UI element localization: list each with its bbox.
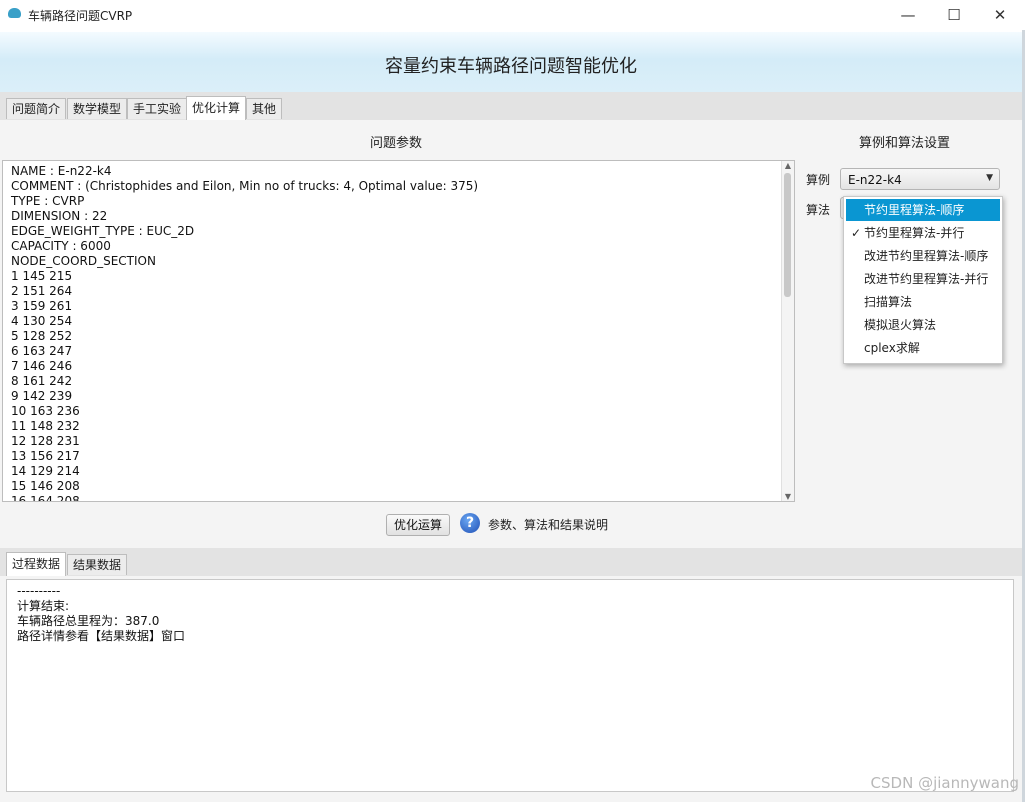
param-line: EDGE_WEIGHT_TYPE : EUC_2D — [11, 224, 195, 238]
param-line: CAPACITY : 6000 — [11, 239, 111, 253]
param-line: 3 159 261 — [11, 299, 73, 313]
settings-heading: 算例和算法设置 — [859, 136, 951, 151]
param-line: 11 148 232 — [11, 419, 80, 433]
params-scrollbar[interactable]: ▲ ▼ — [781, 161, 794, 501]
chevron-down-icon: ▼ — [986, 173, 993, 183]
main-tabbar: 问题简介 数学模型 手工实验 优化计算 其他 — [0, 92, 1022, 121]
algorithm-option[interactable]: 改进节约里程算法-顺序 — [846, 245, 1000, 267]
param-line: TYPE : CVRP — [11, 194, 85, 208]
algorithm-option[interactable]: 改进节约里程算法-并行 — [846, 268, 1000, 290]
scroll-down-icon[interactable]: ▼ — [782, 492, 794, 501]
scroll-up-icon[interactable]: ▲ — [782, 161, 794, 170]
help-question-icon[interactable]: ? — [460, 513, 480, 533]
checkmark-icon: ✓ — [851, 226, 862, 240]
output-line: 车辆路径总里程为：387.0 — [17, 614, 160, 628]
window-title: 车辆路径问题CVRP — [28, 9, 133, 23]
banner-title: 容量约束车辆路径问题智能优化 — [385, 56, 637, 77]
algorithm-option[interactable]: cplex求解 — [846, 337, 1000, 359]
param-line: NAME : E-n22-k4 — [11, 164, 112, 178]
param-line: 1 145 215 — [11, 269, 73, 283]
param-line: 13 156 217 — [11, 449, 80, 463]
param-line: 12 128 231 — [11, 434, 80, 448]
param-line: 8 161 242 — [11, 374, 73, 388]
tab-other[interactable]: 其他 — [246, 98, 283, 119]
tab-problem-intro[interactable]: 问题简介 — [6, 98, 67, 119]
minimize-button[interactable]: — — [885, 0, 931, 30]
output-line: 计算结束: — [17, 599, 70, 613]
params-heading: 问题参数 — [370, 136, 423, 151]
instance-value: E-n22-k4 — [848, 173, 902, 187]
param-line: 4 130 254 — [11, 314, 73, 328]
process-output-area[interactable]: ---------- 计算结束: 车辆路径总里程为：387.0 路径详情参看【结… — [6, 579, 1014, 792]
header-banner: 容量约束车辆路径问题智能优化 — [0, 32, 1022, 92]
param-line: 2 151 264 — [11, 284, 73, 298]
algorithm-option[interactable]: 扫描算法 — [846, 291, 1000, 313]
watermark: CSDN @jiannywang — [870, 774, 1019, 792]
params-textarea[interactable]: NAME : E-n22-k4 COMMENT : (Christophides … — [2, 160, 795, 502]
algorithm-option[interactable]: ✓ 节约里程算法-并行 — [846, 222, 1000, 244]
param-line: 16 164 208 — [11, 494, 80, 502]
param-line: DIMENSION : 22 — [11, 209, 108, 223]
tab-optimization[interactable]: 优化计算 — [186, 96, 247, 120]
app-icon — [8, 8, 21, 18]
algorithm-dropdown-menu: 节约里程算法-顺序 ✓ 节约里程算法-并行 改进节约里程算法-顺序 改进节约里程算… — [843, 196, 1003, 364]
param-line: 14 129 214 — [11, 464, 80, 478]
param-line: 10 163 236 — [11, 404, 80, 418]
instance-label: 算例 — [806, 173, 831, 187]
output-line: 路径详情参看【结果数据】窗口 — [17, 629, 186, 643]
algorithm-option[interactable]: 节约里程算法-顺序 — [846, 199, 1000, 221]
output-tabbar: 过程数据 结果数据 — [0, 548, 1022, 577]
param-line: 6 163 247 — [11, 344, 73, 358]
tab-math-model[interactable]: 数学模型 — [67, 98, 128, 119]
param-line: 5 128 252 — [11, 329, 73, 343]
maximize-button[interactable]: ☐ — [931, 0, 977, 30]
algorithm-option[interactable]: 模拟退火算法 — [846, 314, 1000, 336]
tab-manual-experiment[interactable]: 手工实验 — [127, 98, 188, 119]
instance-select[interactable]: E-n22-k4 ▼ — [840, 168, 1000, 190]
param-line: 7 146 246 — [11, 359, 73, 373]
params-content: NAME : E-n22-k4 COMMENT : (Christophides … — [11, 164, 479, 502]
algorithm-label: 算法 — [806, 203, 831, 217]
run-optimization-button[interactable]: 优化运算 — [386, 514, 450, 536]
title-bar: 车辆路径问题CVRP — ☐ ✕ — [0, 0, 1025, 30]
param-line: NODE_COORD_SECTION — [11, 254, 156, 268]
tab-result-data[interactable]: 结果数据 — [67, 554, 128, 575]
param-line: 15 146 208 — [11, 479, 80, 493]
close-button[interactable]: ✕ — [977, 0, 1023, 30]
output-line: ---------- — [17, 584, 61, 598]
param-line: COMMENT : (Christophides and Eilon, Min … — [11, 179, 479, 193]
scroll-thumb[interactable] — [784, 173, 791, 297]
param-line: 9 142 239 — [11, 389, 73, 403]
help-link[interactable]: 参数、算法和结果说明 — [488, 516, 608, 533]
tab-process-data[interactable]: 过程数据 — [6, 552, 67, 576]
